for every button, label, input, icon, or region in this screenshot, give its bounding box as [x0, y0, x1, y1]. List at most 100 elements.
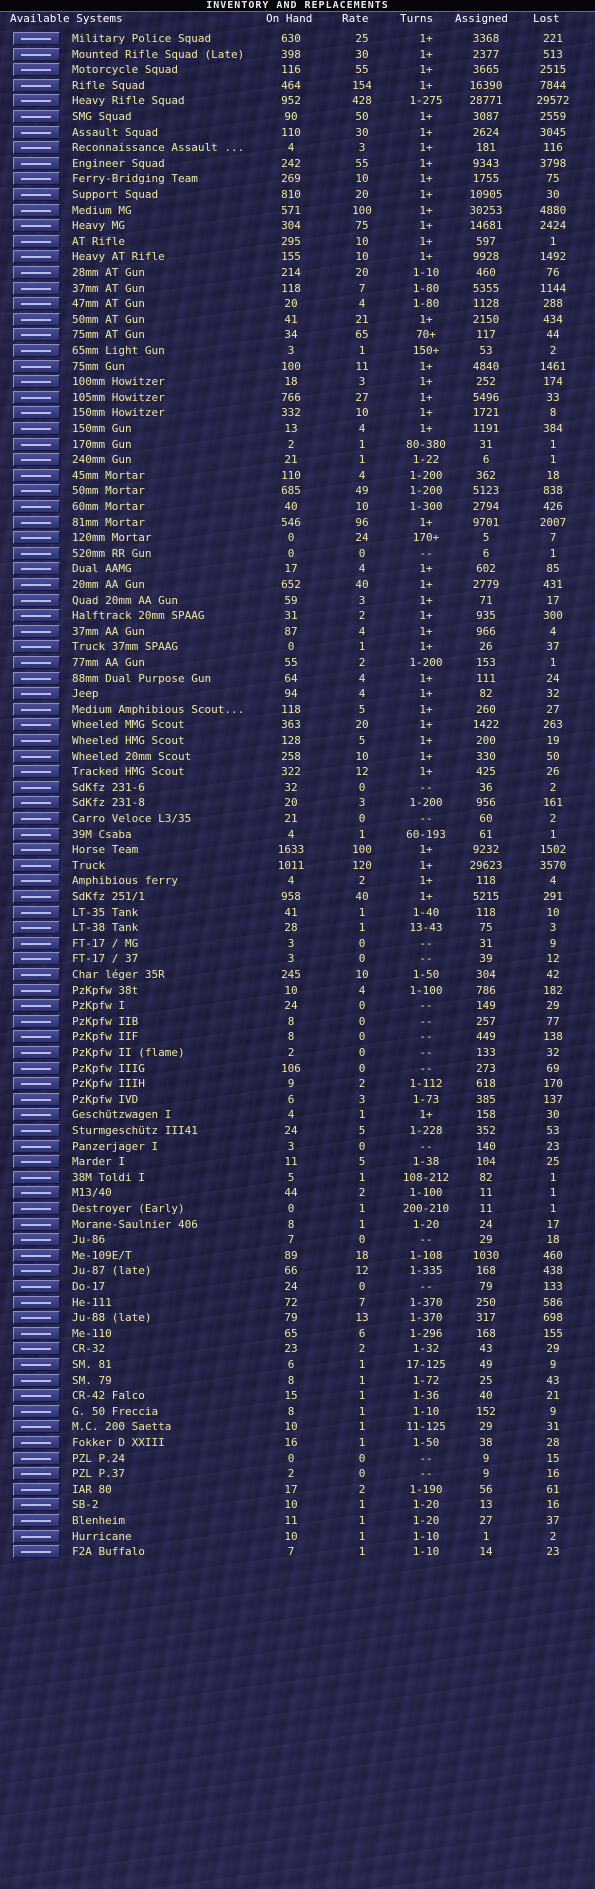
unit-icon[interactable] — [13, 1498, 60, 1512]
unit-icon[interactable] — [13, 500, 60, 513]
unit-icon[interactable] — [13, 110, 60, 123]
unit-icon[interactable] — [13, 890, 60, 903]
unit-icon[interactable] — [13, 796, 60, 810]
unit-icon[interactable] — [13, 1295, 60, 1309]
unit-icon[interactable] — [13, 219, 60, 233]
unit-icon[interactable] — [13, 78, 60, 92]
unit-icon[interactable] — [13, 671, 60, 685]
unit-icon[interactable] — [13, 702, 60, 716]
unit-icon[interactable] — [13, 656, 60, 669]
unit-icon[interactable] — [13, 624, 60, 638]
unit-icon[interactable] — [13, 1155, 60, 1169]
column-header-lost[interactable]: Lost — [533, 13, 573, 25]
column-header-turns[interactable]: Turns — [400, 13, 450, 25]
unit-icon[interactable] — [13, 312, 60, 326]
unit-icon[interactable] — [13, 562, 60, 576]
unit-icon[interactable] — [13, 141, 60, 155]
unit-icon[interactable] — [13, 437, 60, 451]
unit-icon[interactable] — [13, 905, 60, 919]
unit-icon[interactable] — [13, 1404, 60, 1418]
unit-icon[interactable] — [13, 94, 60, 108]
unit-icon[interactable] — [13, 125, 60, 139]
unit-icon[interactable] — [13, 1014, 60, 1028]
column-header-name[interactable]: Available Systems — [10, 13, 123, 25]
unit-icon[interactable] — [13, 63, 60, 77]
unit-icon[interactable] — [13, 1170, 60, 1184]
unit-icon[interactable] — [13, 156, 60, 170]
unit-icon[interactable] — [13, 578, 60, 591]
unit-icon[interactable] — [13, 266, 60, 279]
unit-icon[interactable] — [13, 1482, 60, 1496]
unit-icon[interactable] — [13, 968, 60, 981]
unit-icon[interactable] — [13, 1217, 60, 1231]
unit-icon[interactable] — [13, 297, 60, 311]
unit-icon[interactable] — [13, 1389, 60, 1403]
unit-icon[interactable] — [13, 546, 60, 560]
column-header-on-hand[interactable]: On Hand — [266, 13, 326, 25]
unit-icon[interactable] — [13, 1077, 60, 1091]
system-row[interactable]: F2A Buffalo 7 1 1-10 14 23 — [0, 1543, 595, 1561]
unit-icon[interactable] — [13, 1202, 60, 1215]
unit-icon[interactable] — [13, 47, 60, 61]
unit-icon[interactable] — [13, 234, 60, 248]
unit-icon[interactable] — [13, 1233, 60, 1247]
unit-icon[interactable] — [13, 1030, 60, 1044]
unit-icon[interactable] — [13, 936, 60, 950]
unit-icon[interactable] — [13, 390, 60, 404]
unit-icon[interactable] — [13, 718, 60, 732]
unit-icon[interactable] — [13, 983, 60, 997]
unit-icon[interactable] — [13, 999, 60, 1013]
unit-icon[interactable] — [13, 1046, 60, 1059]
unit-icon[interactable] — [13, 32, 60, 45]
unit-icon[interactable] — [13, 749, 60, 763]
unit-icon[interactable] — [13, 1326, 60, 1340]
unit-icon[interactable] — [13, 406, 60, 420]
unit-icon[interactable] — [13, 1451, 60, 1465]
column-header-rate[interactable]: Rate — [342, 13, 382, 25]
unit-icon[interactable] — [13, 1373, 60, 1387]
unit-icon[interactable] — [13, 1108, 60, 1122]
unit-icon[interactable] — [13, 484, 60, 498]
unit-icon[interactable] — [13, 422, 60, 435]
unit-icon[interactable] — [13, 515, 60, 529]
unit-icon[interactable] — [13, 827, 60, 841]
unit-icon[interactable] — [13, 203, 60, 217]
unit-icon[interactable] — [13, 172, 60, 186]
unit-icon[interactable] — [13, 593, 60, 607]
unit-icon[interactable] — [13, 188, 60, 201]
unit-icon[interactable] — [13, 1280, 60, 1293]
unit-icon[interactable] — [13, 1061, 60, 1075]
unit-icon[interactable] — [13, 1529, 60, 1543]
unit-icon[interactable] — [13, 843, 60, 857]
unit-icon[interactable] — [13, 1342, 60, 1356]
unit-icon[interactable] — [13, 780, 60, 794]
unit-icon[interactable] — [13, 1436, 60, 1449]
unit-icon[interactable] — [13, 1514, 60, 1527]
unit-icon[interactable] — [13, 812, 60, 825]
unit-icon[interactable] — [13, 250, 60, 264]
unit-icon[interactable] — [13, 531, 60, 545]
unit-icon[interactable] — [13, 375, 60, 389]
unit-icon[interactable] — [13, 468, 60, 482]
unit-icon[interactable] — [13, 359, 60, 373]
unit-icon[interactable] — [13, 453, 60, 467]
column-header-assigned[interactable]: Assigned — [455, 13, 515, 25]
unit-icon[interactable] — [13, 1139, 60, 1153]
unit-icon[interactable] — [13, 1186, 60, 1200]
unit-icon[interactable] — [13, 1358, 60, 1371]
unit-icon[interactable] — [13, 921, 60, 935]
unit-icon[interactable] — [13, 1248, 60, 1262]
unit-icon[interactable] — [13, 640, 60, 654]
unit-icon[interactable] — [13, 344, 60, 357]
unit-icon[interactable] — [13, 1420, 60, 1434]
unit-icon[interactable] — [13, 328, 60, 342]
unit-icon[interactable] — [13, 1467, 60, 1481]
unit-icon[interactable] — [13, 687, 60, 701]
unit-icon[interactable] — [13, 858, 60, 872]
unit-icon[interactable] — [13, 1545, 60, 1559]
unit-icon[interactable] — [13, 952, 60, 966]
unit-icon[interactable] — [13, 765, 60, 779]
unit-icon[interactable] — [13, 1264, 60, 1278]
unit-icon[interactable] — [13, 1092, 60, 1106]
unit-icon[interactable] — [13, 609, 60, 623]
